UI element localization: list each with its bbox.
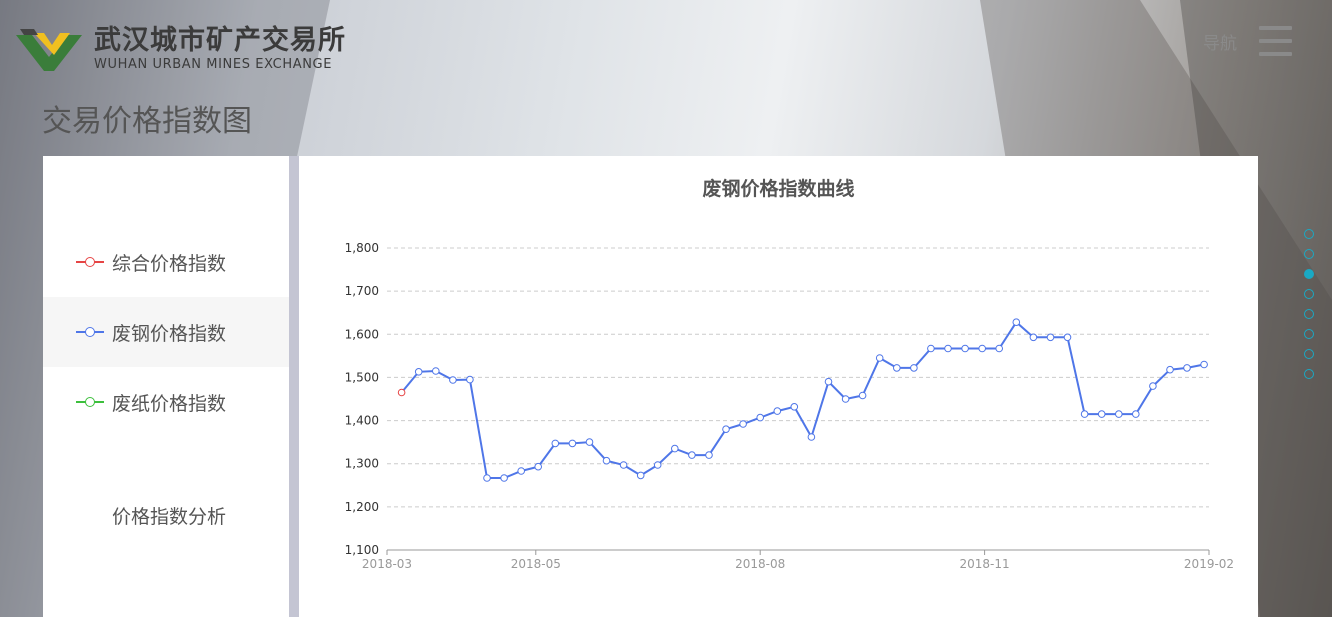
data-point[interactable] [534, 462, 542, 471]
sidebar-item-price-analysis[interactable]: 价格指数分析 [112, 502, 226, 529]
data-point[interactable] [927, 344, 935, 353]
sidebar-item-label: 综合价格指数 [112, 252, 227, 275]
data-point[interactable] [1183, 364, 1191, 372]
data-point[interactable] [807, 433, 816, 441]
data-point[interactable] [910, 364, 918, 372]
data-point[interactable] [739, 420, 747, 428]
sidebar-item-label: 废钢价格指数 [112, 322, 227, 345]
data-point[interactable] [705, 451, 713, 459]
nav-label[interactable]: 导航 [1203, 29, 1237, 54]
data-point[interactable] [1012, 318, 1021, 326]
hamburger-menu-icon[interactable] [1259, 26, 1292, 56]
x-tick-label: 2018-11 [960, 557, 1010, 571]
pager-dot[interactable] [1304, 269, 1314, 279]
data-point[interactable] [500, 474, 508, 482]
pager-dot[interactable] [1304, 329, 1314, 339]
data-point[interactable] [841, 395, 850, 403]
data-point[interactable] [790, 403, 799, 411]
y-tick-label: 1,300 [345, 457, 379, 471]
data-point[interactable] [995, 344, 1004, 353]
data-point[interactable] [653, 461, 662, 469]
data-point[interactable] [602, 456, 611, 465]
data-point[interactable] [875, 354, 884, 362]
series-line-scrap-steel [400, 320, 1205, 479]
data-point[interactable] [824, 377, 833, 386]
data-point[interactable] [1132, 410, 1140, 418]
pager-dot[interactable] [1304, 349, 1314, 359]
pager-dot[interactable] [1304, 369, 1314, 379]
pager-dot[interactable] [1304, 309, 1314, 319]
data-point[interactable] [551, 439, 560, 448]
panel-divider [289, 156, 299, 617]
data-point[interactable] [671, 444, 679, 453]
navigation: 导航 [1203, 26, 1292, 56]
y-tick-label: 1,500 [345, 370, 379, 384]
data-point[interactable] [466, 375, 474, 384]
page-title: 交易价格指数图 [42, 104, 252, 139]
data-point[interactable] [568, 439, 577, 448]
data-point[interactable] [1029, 333, 1038, 342]
sidebar-item-composite-index[interactable]: 综合价格指数 [43, 227, 289, 297]
data-point[interactable] [893, 364, 901, 372]
data-point[interactable] [449, 376, 457, 384]
x-tick-label: 2018-03 [362, 557, 412, 571]
y-tick-label: 1,400 [345, 414, 379, 428]
data-point[interactable] [585, 438, 594, 446]
logo-name-cn: 武汉城市矿产交易所 [94, 25, 346, 56]
index-sidebar: 综合价格指数 废钢价格指数 废纸价格指数 价格指数分析 [43, 156, 289, 617]
legend-dot [85, 257, 95, 267]
legend-line-icon [76, 327, 104, 337]
data-point[interactable] [756, 413, 765, 422]
logo-mark-icon [16, 28, 82, 71]
price-index-line-chart[interactable]: 1,100 1,200 1,300 1,400 1,500 1,600 1,700 1,800… [299, 156, 1258, 617]
data-point[interactable] [688, 451, 696, 459]
data-point[interactable] [1166, 365, 1174, 374]
data-point[interactable] [397, 388, 406, 397]
data-point[interactable] [722, 425, 730, 434]
x-tick-label: 2018-08 [735, 557, 785, 571]
chart-panel: 废钢价格指数曲线 1,100 1,200 1,300 1,400 1,500 1,600 1… [299, 156, 1258, 617]
y-tick-label: 1,200 [345, 500, 379, 514]
data-point[interactable] [432, 367, 440, 375]
legend-dot [85, 397, 95, 407]
data-point[interactable] [773, 407, 782, 415]
legend-line-icon [76, 257, 104, 267]
data-point[interactable] [414, 368, 423, 376]
page-pager [1304, 229, 1316, 389]
x-tick-label: 2018-05 [511, 557, 561, 571]
data-point[interactable] [1200, 360, 1208, 369]
data-point[interactable] [944, 344, 952, 353]
data-point[interactable] [517, 467, 525, 475]
sidebar-item-label: 废纸价格指数 [112, 392, 227, 415]
data-point[interactable] [619, 461, 628, 469]
data-point[interactable] [1046, 333, 1055, 342]
data-point[interactable] [1080, 410, 1089, 418]
sidebar-item-scrap-steel-index[interactable]: 废钢价格指数 [43, 297, 289, 367]
data-point[interactable] [1115, 410, 1123, 418]
y-tick-label: 1,600 [345, 327, 379, 341]
exchange-logo[interactable]: 武汉城市矿产交易所 WUHAN URBAN MINES EXCHANGE [14, 26, 346, 73]
data-point[interactable] [483, 474, 491, 482]
data-point[interactable] [961, 344, 969, 353]
x-tick-label: 2019-02 [1184, 557, 1234, 571]
pager-dot[interactable] [1304, 289, 1314, 299]
data-point[interactable] [636, 471, 645, 480]
pager-dot[interactable] [1304, 249, 1314, 259]
y-tick-label: 1,800 [345, 241, 379, 255]
y-tick-label: 1,700 [345, 284, 379, 298]
legend-dot [85, 327, 95, 337]
pager-dot[interactable] [1304, 229, 1314, 239]
logo-name-en: WUHAN URBAN MINES EXCHANGE [94, 57, 333, 72]
data-point[interactable] [1063, 333, 1072, 342]
y-tick-label: 1,100 [345, 543, 379, 557]
data-point[interactable] [858, 391, 867, 400]
data-point[interactable] [978, 344, 987, 353]
data-point[interactable] [1149, 382, 1157, 390]
data-point[interactable] [1097, 410, 1106, 418]
legend-line-icon [76, 397, 104, 407]
sidebar-item-waste-paper-index[interactable]: 废纸价格指数 [43, 367, 289, 437]
